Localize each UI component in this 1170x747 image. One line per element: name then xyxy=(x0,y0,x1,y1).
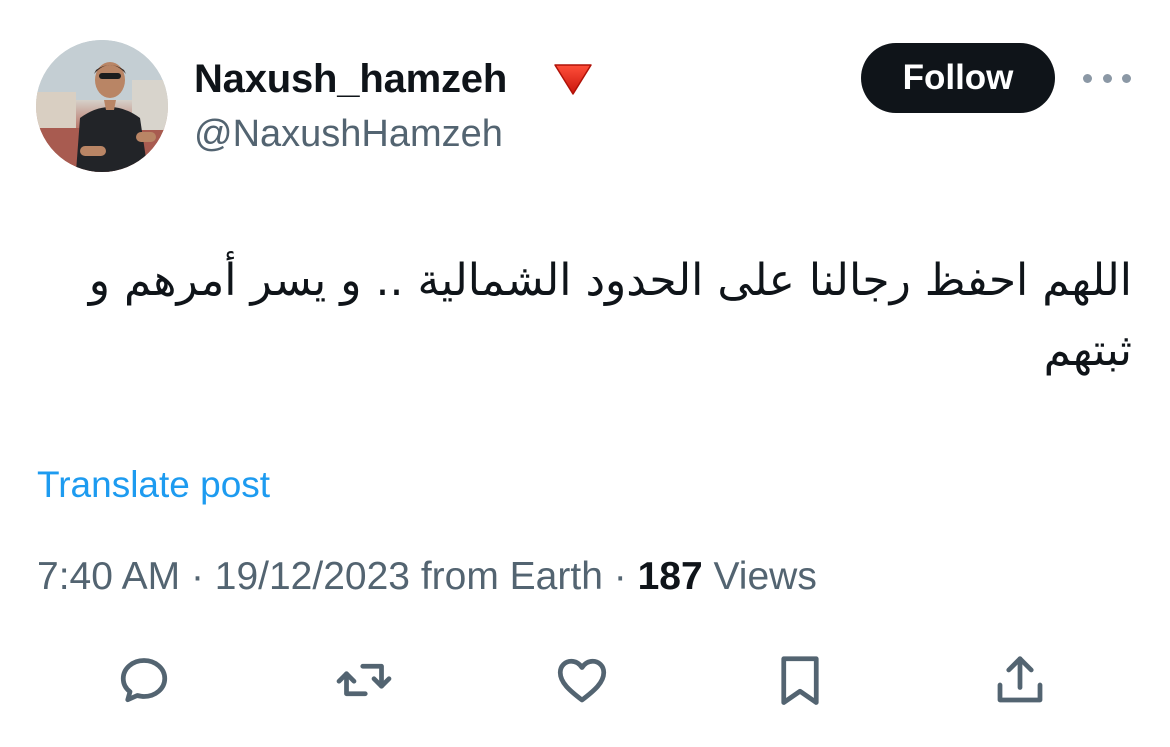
tweet-detail: Naxush_hamzeh @NaxushHamzeh Follow اللهم… xyxy=(0,0,1170,747)
post-text: اللهم احفظ رجالنا على الحدود الشمالية ..… xyxy=(88,255,1132,376)
bookmark-button[interactable] xyxy=(765,645,835,715)
more-dot xyxy=(1102,73,1112,83)
repost-icon xyxy=(336,663,392,697)
meta-separator: · xyxy=(613,555,627,598)
share-icon xyxy=(997,656,1043,703)
user-handle[interactable]: @NaxushHamzeh xyxy=(194,112,503,156)
bookmark-icon xyxy=(781,656,819,705)
repost-button[interactable] xyxy=(329,645,399,715)
heart-icon xyxy=(557,658,607,703)
views-label: Views xyxy=(713,555,817,598)
avatar-photo xyxy=(36,40,168,172)
follow-button[interactable]: Follow xyxy=(861,43,1055,113)
post-meta: 7:40 AM · 19/12/2023 from Earth · 187 Vi… xyxy=(37,553,817,601)
display-name[interactable]: Naxush_hamzeh xyxy=(194,56,507,102)
reply-button[interactable] xyxy=(109,645,179,715)
more-dot xyxy=(1083,73,1092,83)
reply-icon xyxy=(120,658,168,703)
red-triangle-down-icon xyxy=(554,64,592,95)
post-time[interactable]: 7:40 AM xyxy=(37,555,180,598)
more-options-button[interactable] xyxy=(1083,64,1131,92)
like-button[interactable] xyxy=(547,645,617,715)
avatar[interactable] xyxy=(36,40,168,172)
translate-post-link[interactable]: Translate post xyxy=(37,462,270,508)
action-bar xyxy=(0,645,1170,715)
share-button[interactable] xyxy=(985,645,1055,715)
views-count: 187 xyxy=(637,555,703,598)
more-dot xyxy=(1122,73,1131,83)
post-location: from Earth xyxy=(420,555,603,598)
post-date[interactable]: 19/12/2023 xyxy=(215,555,410,598)
meta-separator: · xyxy=(190,555,204,598)
